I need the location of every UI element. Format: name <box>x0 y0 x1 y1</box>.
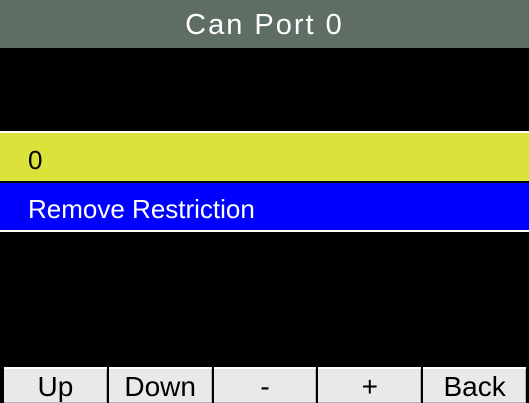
softkey-bar: Up Down - + Back <box>0 367 529 403</box>
minus-button[interactable]: - <box>213 367 317 403</box>
back-button[interactable]: Back <box>423 367 526 403</box>
page-title: Can Port 0 <box>0 0 529 48</box>
remove-restriction-option[interactable]: Remove Restriction <box>0 183 529 232</box>
selected-value-row[interactable]: 0 <box>0 131 529 181</box>
plus-button[interactable]: + <box>318 367 422 403</box>
up-button[interactable]: Up <box>4 367 107 403</box>
device-screen: Can Port 0 0 Remove Restriction Up Down … <box>0 0 529 403</box>
down-button[interactable]: Down <box>108 367 212 403</box>
